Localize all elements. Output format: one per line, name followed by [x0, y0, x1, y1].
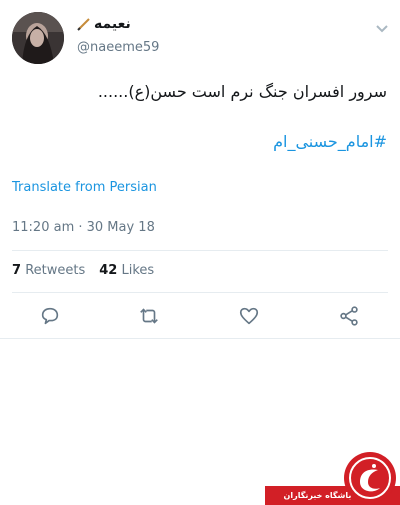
share-icon[interactable]	[338, 305, 360, 327]
translate-link[interactable]: Translate from Persian	[12, 180, 157, 195]
tweet-stats: 7 Retweets 42 Likes	[12, 263, 154, 278]
retweets-stat[interactable]: 7 Retweets	[12, 263, 85, 278]
tweet-text: سرور افسران جنگ نرم است حسن(ع)......	[97, 82, 387, 101]
heart-icon[interactable]	[238, 305, 260, 327]
retweets-label: Retweets	[25, 263, 86, 278]
avatar[interactable]	[12, 12, 64, 64]
chevron-down-icon[interactable]	[375, 19, 389, 33]
user-handle[interactable]: @naeeme59	[77, 40, 159, 55]
likes-label: Likes	[121, 263, 155, 278]
divider	[0, 338, 400, 339]
watermark-logo	[344, 452, 396, 504]
display-name-text: نعیمه	[94, 16, 131, 32]
pen-emoji-icon	[77, 17, 91, 31]
hashtag-link[interactable]: #امام_حسنی_ام	[273, 132, 387, 151]
retweet-icon[interactable]	[138, 305, 160, 327]
likes-count: 42	[99, 263, 118, 278]
tweet-timestamp: 11:20 am · 30 May 18	[12, 220, 155, 235]
divider	[12, 292, 388, 293]
retweets-count: 7	[12, 263, 22, 278]
display-name[interactable]: نعیمه	[77, 16, 131, 32]
reply-icon[interactable]	[39, 305, 61, 327]
likes-stat[interactable]: 42 Likes	[99, 263, 154, 278]
divider	[12, 250, 388, 251]
